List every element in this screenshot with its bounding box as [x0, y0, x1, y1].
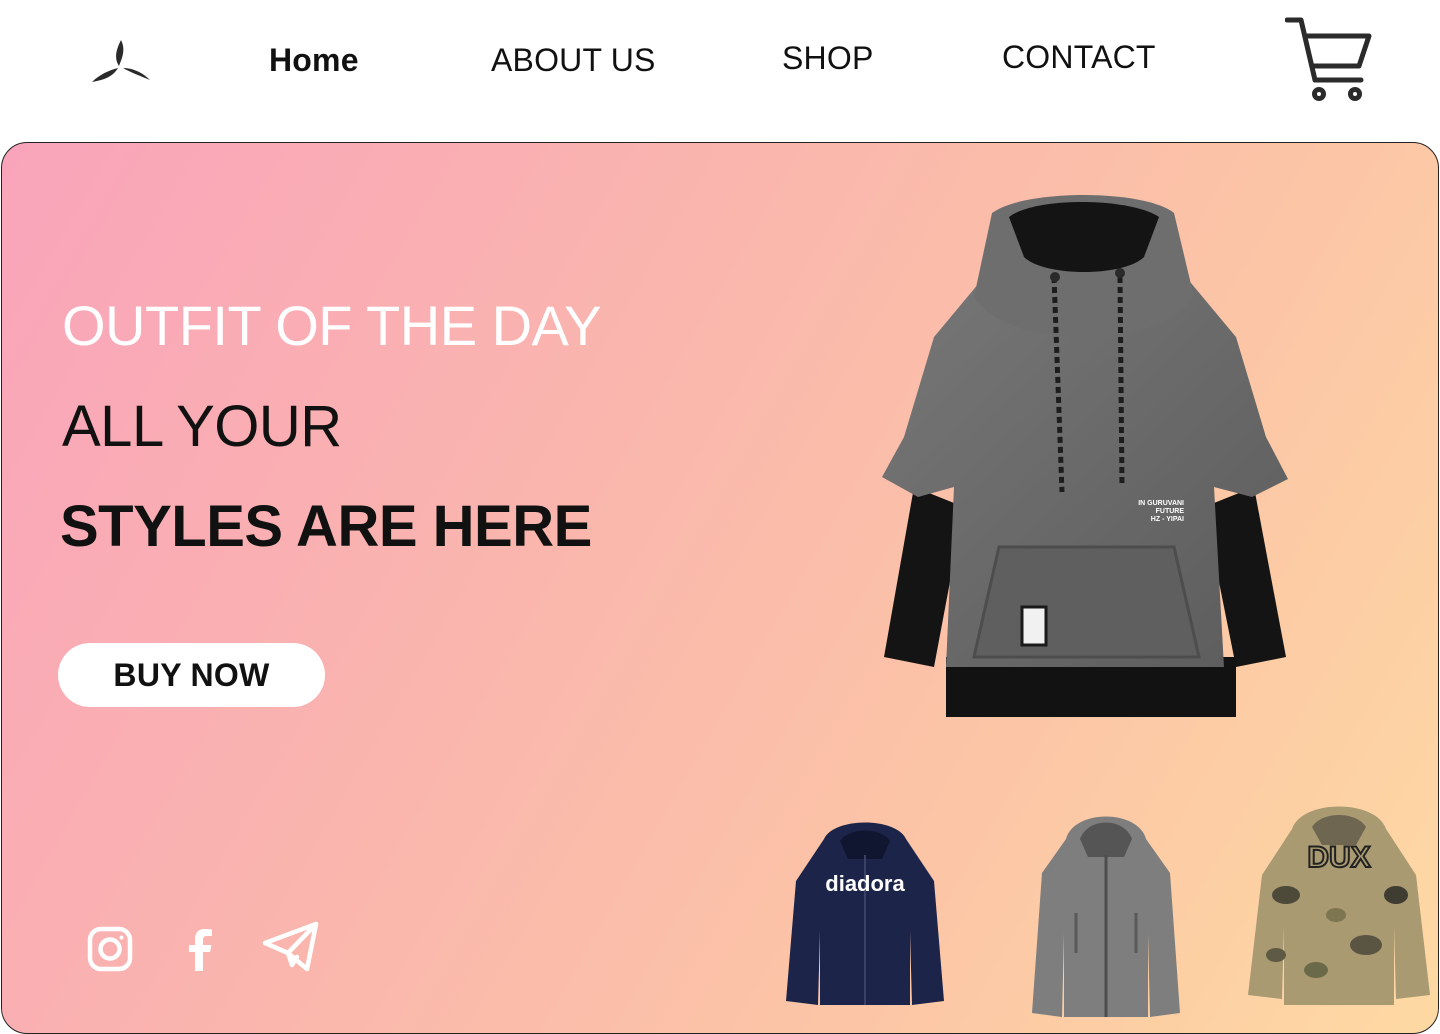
product-thumbnail-navy-hoodie[interactable]: diadora — [784, 811, 946, 1007]
hero-subtitle-line1: ALL YOUR — [62, 394, 342, 459]
tri-blade-logo[interactable] — [88, 36, 154, 88]
thumb1-brand-text: diadora — [825, 871, 905, 896]
hero-banner: OUTFIT OF THE DAY ALL YOUR STYLES ARE HE… — [1, 142, 1439, 1034]
instagram-icon[interactable] — [82, 921, 138, 977]
hoodie-print-line1: IN GURUVANI — [1138, 500, 1184, 507]
product-thumbnail-camo-hoodie[interactable]: DUX — [1246, 795, 1432, 1005]
product-thumbnail-grey-jacket[interactable] — [1030, 803, 1182, 1021]
buy-now-button[interactable]: BUY NOW — [58, 643, 325, 707]
nav-shop[interactable]: SHOP — [782, 40, 874, 77]
telegram-icon[interactable] — [260, 919, 322, 975]
hoodie-print-line2: FUTURE — [1156, 508, 1185, 515]
hero-title: OUTFIT OF THE DAY — [62, 294, 602, 357]
hero-subtitle-line2: STYLES ARE HERE — [60, 494, 592, 559]
nav-home[interactable]: Home — [269, 42, 359, 79]
featured-hoodie-image[interactable]: IN GURUVANI FUTURE HZ - YIPAI — [874, 187, 1294, 717]
site-header: Home ABOUT US SHOP CONTACT — [0, 0, 1440, 140]
nav-about-us[interactable]: ABOUT US — [491, 42, 656, 79]
shopping-cart-icon[interactable] — [1285, 14, 1375, 106]
facebook-icon[interactable] — [172, 921, 228, 977]
thumb3-brand-text: DUX — [1307, 841, 1370, 874]
hoodie-print-line3: HZ - YIPAI — [1151, 516, 1184, 523]
nav-contact[interactable]: CONTACT — [1002, 39, 1156, 76]
